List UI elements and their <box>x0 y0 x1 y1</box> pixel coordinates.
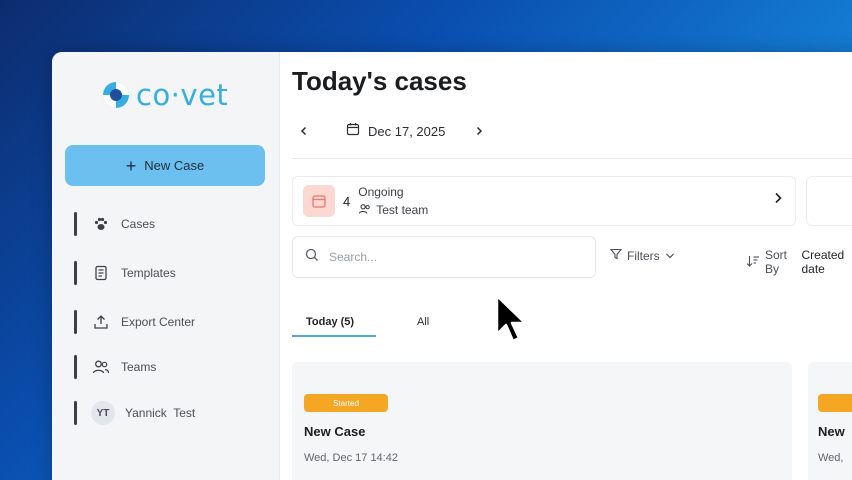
team-name: Test team <box>376 203 429 217</box>
sort-button[interactable]: Sort By Created date <box>746 248 852 276</box>
filters-button[interactable]: Filters <box>609 248 675 263</box>
plus-icon: + <box>125 155 137 176</box>
sidebar-item-label: Templates <box>121 266 176 280</box>
case-card[interactable]: New Wed, <box>808 362 852 480</box>
sort-value: Created date <box>801 248 845 276</box>
calendar-icon[interactable] <box>346 122 360 141</box>
sidebar-item-teams[interactable]: Teams <box>74 355 156 379</box>
users-icon <box>91 357 111 377</box>
filter-icon <box>609 248 623 263</box>
mouse-cursor-icon <box>495 294 529 351</box>
nav-indicator <box>74 355 77 379</box>
sort-icon <box>746 255 760 270</box>
tab-today[interactable]: Today (5) <box>306 316 354 328</box>
sidebar-item-templates[interactable]: Templates <box>74 261 176 285</box>
active-tab-indicator <box>292 335 376 337</box>
chevron-right-icon[interactable] <box>773 191 783 209</box>
calendar-status-icon <box>303 185 335 217</box>
current-date[interactable]: Dec 17, 2025 <box>368 124 445 139</box>
upload-icon <box>91 312 111 332</box>
case-date: Wed, Dec 17 14:42 <box>304 452 398 464</box>
app-window: co·vet + New Case Cases Templates Export… <box>52 52 852 480</box>
search-icon <box>305 248 319 267</box>
nav-indicator <box>74 310 77 334</box>
status-badge <box>818 394 852 412</box>
date-navigator: Dec 17, 2025 <box>292 118 491 144</box>
search-input[interactable] <box>329 250 579 264</box>
chevron-left-icon[interactable] <box>292 119 316 143</box>
avatar: YT <box>91 401 115 425</box>
logo-mark-icon <box>102 81 130 109</box>
user-name: Yannick Test <box>125 406 196 420</box>
case-date: Wed, <box>818 452 844 464</box>
tab-all[interactable]: All <box>417 316 429 328</box>
summary-text: Ongoing Test team <box>358 185 428 218</box>
page-title: Today's cases <box>292 66 467 96</box>
sidebar: co·vet + New Case Cases Templates Export… <box>52 52 280 480</box>
chevron-down-icon <box>665 249 675 263</box>
logo-text: co·vet <box>136 78 229 112</box>
summary-card-partial[interactable] <box>806 176 852 226</box>
summary-title: Ongoing <box>358 184 404 199</box>
status-badge: Started <box>304 394 388 412</box>
sidebar-item-label: Cases <box>121 217 156 231</box>
summary-team: Test team <box>358 203 428 218</box>
case-title: New Case <box>304 424 366 439</box>
divider <box>292 158 852 159</box>
document-icon <box>91 263 111 283</box>
case-title: New <box>818 424 845 439</box>
sidebar-item-cases[interactable]: Cases <box>74 212 155 236</box>
main-content: Today's cases Dec 17, 2025 4 Ongoing Tes… <box>280 52 852 480</box>
nav-indicator <box>74 261 77 285</box>
nav-indicator <box>74 212 77 236</box>
new-case-label: New Case <box>144 158 205 173</box>
paw-icon <box>91 214 111 234</box>
sidebar-item-label: Teams <box>121 360 157 374</box>
filters-label: Filters <box>627 248 660 263</box>
new-case-button[interactable]: + New Case <box>65 145 265 186</box>
chevron-right-icon[interactable] <box>467 119 491 143</box>
sidebar-item-export-center[interactable]: Export Center <box>74 310 195 334</box>
logo[interactable]: co·vet <box>102 78 228 112</box>
search-box <box>292 236 596 278</box>
case-card[interactable]: Started New Case Wed, Dec 17 14:42 <box>292 362 792 480</box>
sort-label: Sort By <box>765 248 788 276</box>
sidebar-user[interactable]: YT Yannick Test <box>74 401 195 425</box>
sidebar-item-label: Export Center <box>121 315 196 329</box>
ongoing-count: 4 <box>343 193 351 209</box>
nav-indicator <box>74 401 77 425</box>
users-icon <box>358 203 372 218</box>
ongoing-summary-card[interactable]: 4 Ongoing Test team <box>292 176 796 226</box>
